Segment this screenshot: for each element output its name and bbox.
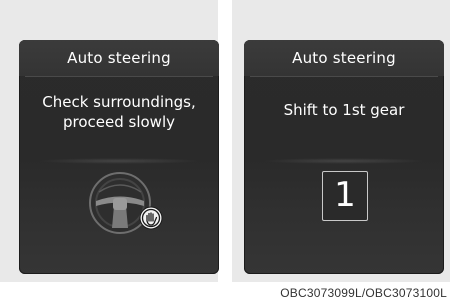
warning-message-line-2: proceed slowly	[62, 113, 175, 131]
warning-message-line-1: Check surroundings,	[42, 93, 196, 111]
title-divider	[250, 76, 438, 77]
auto-steering-screen-shift-gear: Auto steering Shift to 1st gear 1	[244, 40, 444, 274]
warning-message: Check surroundings, proceed slowly	[19, 92, 219, 132]
floor-glow	[39, 158, 199, 164]
figure: Auto steering Check surroundings, procee…	[0, 0, 450, 304]
gear-indicator: 1	[322, 171, 368, 221]
auto-steering-screen-check-surroundings: Auto steering Check surroundings, procee…	[19, 40, 219, 274]
figure-caption: OBC3073099L/OBC3073100L	[280, 286, 447, 300]
screen-title: Auto steering	[244, 40, 444, 76]
hand-on-wheel-icon	[139, 206, 163, 230]
screen-title: Auto steering	[19, 40, 219, 76]
title-divider	[25, 76, 213, 77]
floor-glow	[264, 158, 424, 164]
gear-message: Shift to 1st gear	[283, 101, 405, 119]
